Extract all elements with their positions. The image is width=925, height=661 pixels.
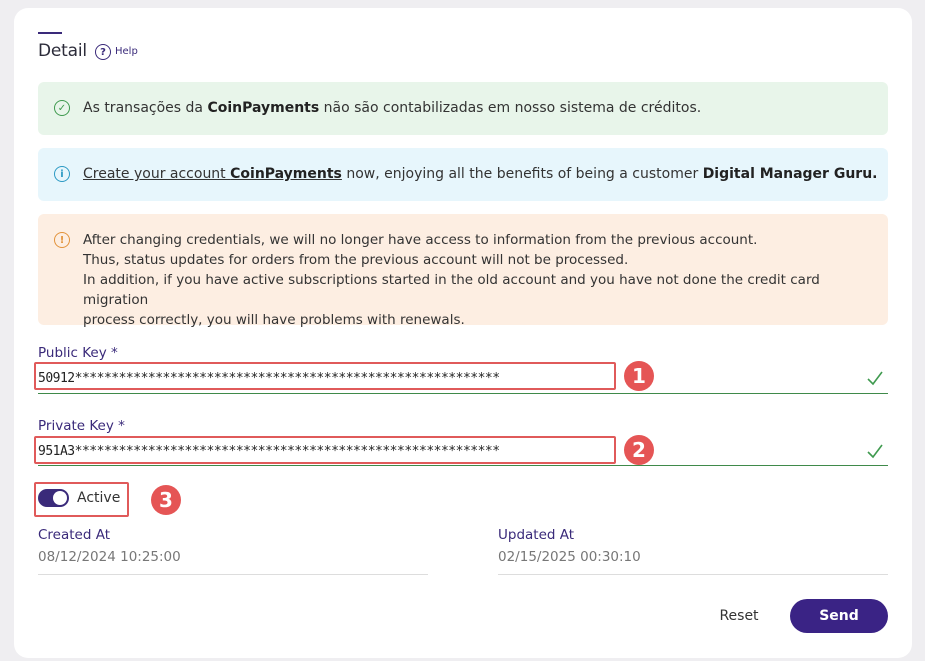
title-accent-bar: [38, 32, 62, 34]
reset-button[interactable]: Reset: [708, 605, 770, 627]
updated-at-label: Updated At: [498, 527, 575, 543]
private-key-highlight: [34, 436, 616, 464]
toggle-highlight: [34, 482, 129, 517]
exclamation-circle-icon: !: [54, 232, 70, 248]
warning-alert: ! After changing credentials, we will no…: [38, 214, 888, 328]
private-key-underline: [38, 465, 888, 466]
success-alert-text: As transações da CoinPayments não são co…: [83, 100, 702, 116]
updated-at-value: 02/15/2025 00:30:10: [498, 549, 641, 565]
success-alert: ✓ As transações da CoinPayments não são …: [38, 82, 888, 135]
created-at-underline: [38, 574, 428, 575]
private-key-valid-icon: [867, 444, 883, 459]
question-circle-icon[interactable]: ?: [95, 44, 111, 60]
created-at-value: 08/12/2024 10:25:00: [38, 549, 181, 565]
info-alert-text: Create your account CoinPayments now, en…: [83, 166, 878, 182]
page-title: Detail: [38, 41, 87, 61]
check-circle-icon: ✓: [54, 100, 70, 116]
annotation-badge-3: 3: [151, 485, 181, 515]
warning-alert-text: After changing credentials, we will no l…: [83, 232, 820, 328]
info-circle-icon: i: [54, 166, 70, 182]
public-key-label: Public Key *: [38, 345, 118, 361]
info-alert: i Create your account CoinPayments now, …: [38, 148, 888, 201]
annotation-badge-1: 1: [624, 361, 654, 391]
annotation-badge-2: 2: [624, 435, 654, 465]
created-at-label: Created At: [38, 527, 111, 543]
create-account-link[interactable]: Create your account CoinPayments: [83, 166, 342, 182]
public-key-valid-icon: [867, 371, 883, 386]
public-key-underline: [38, 393, 888, 394]
updated-at-underline: [498, 574, 888, 575]
help-link[interactable]: Help: [115, 46, 138, 57]
private-key-label: Private Key *: [38, 418, 125, 434]
public-key-highlight: [34, 362, 616, 390]
send-button[interactable]: Send: [790, 599, 888, 633]
